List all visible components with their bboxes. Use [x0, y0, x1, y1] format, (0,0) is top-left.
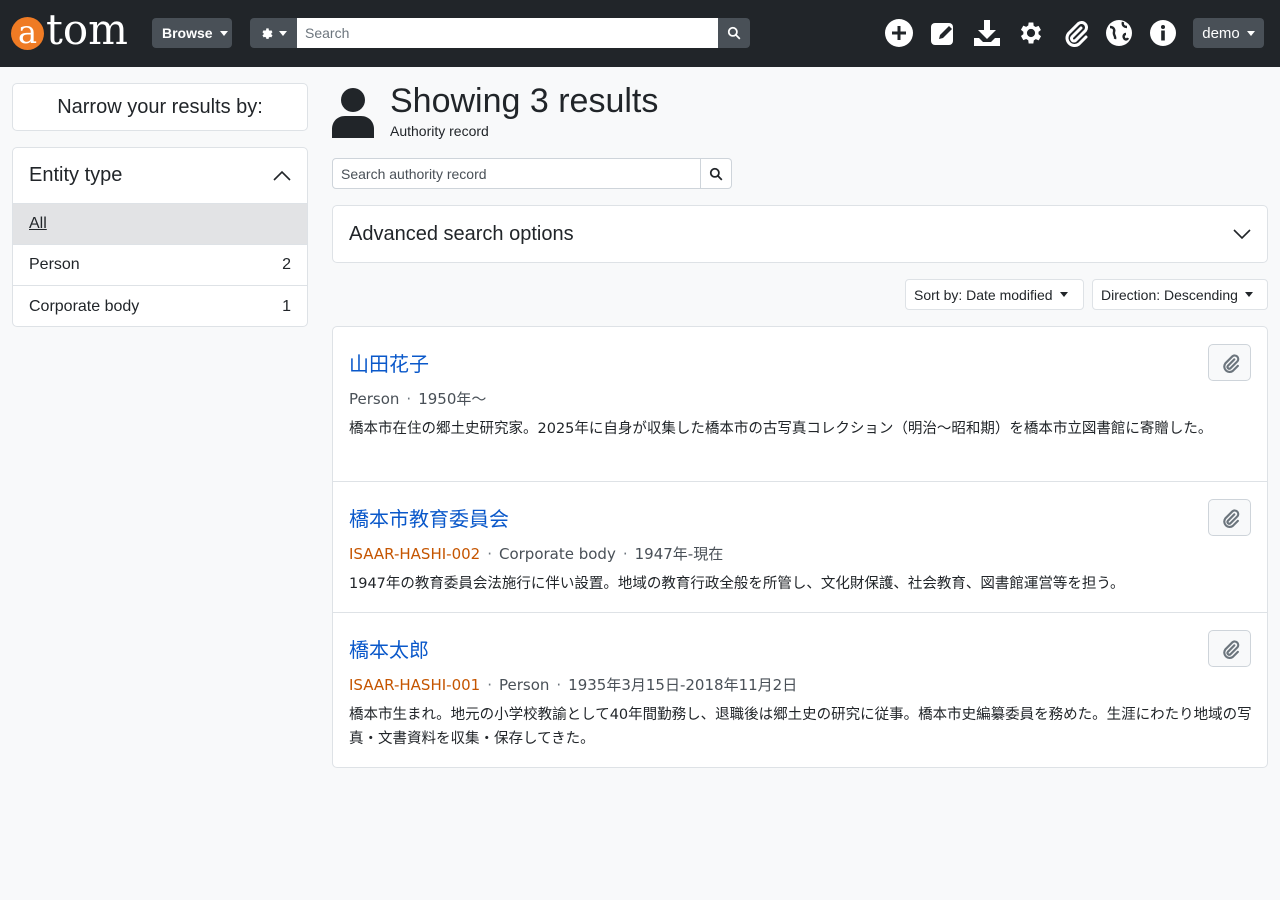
- result-meta: ISAAR-HASHI-001 · Person · 1935年3月15日-2018年1…: [349, 674, 797, 695]
- list-item: 橋本太郎 ISAAR-HASHI-001 · Person · 1935年3月15日-2…: [333, 613, 1267, 767]
- browse-button[interactable]: Browse: [152, 18, 232, 48]
- narrow-results-label: Narrow your results by:: [57, 95, 263, 118]
- result-description: 橋本市生まれ。地元の小学校教諭として40年間勤務し、退職後は郷土史の研究に従事。…: [349, 707, 1252, 747]
- chevron-down-icon: [219, 30, 228, 36]
- result-type: Person: [498, 676, 550, 694]
- add-to-clipboard-button[interactable]: [1208, 344, 1251, 381]
- separator-dot: ·: [406, 390, 412, 408]
- authority-search: [332, 158, 732, 189]
- result-title-link[interactable]: 橋本市教育委員会: [349, 503, 509, 532]
- paperclip-icon: [1222, 639, 1239, 659]
- result-reference-code: ISAAR-HASHI-001: [349, 676, 481, 694]
- chevron-down-icon: [279, 30, 287, 36]
- page-subtitle: Authority record: [390, 123, 489, 139]
- add-to-clipboard-button[interactable]: [1208, 630, 1251, 667]
- separator-dot: ·: [556, 676, 562, 694]
- authority-search-input[interactable]: [332, 158, 701, 189]
- add-button[interactable]: [883, 17, 915, 49]
- clipboard-button[interactable]: [1059, 17, 1091, 49]
- search-submit-button[interactable]: [718, 18, 750, 48]
- search-options-button[interactable]: [250, 18, 297, 48]
- facet-item-corporate-body[interactable]: Corporate body 1: [13, 286, 307, 326]
- paperclip-icon: [1222, 508, 1239, 528]
- paperclip-icon: [1222, 353, 1239, 373]
- result-type: Corporate body: [498, 545, 616, 563]
- result-description: 1947年の教育委員会法施行に伴い設置。地域の教育行政全般を所管し、文化財保護、…: [349, 576, 1125, 592]
- facet-title: Entity type: [29, 164, 123, 186]
- narrow-results-heading[interactable]: Narrow your results by:: [12, 83, 308, 131]
- facet-header[interactable]: Entity type: [13, 148, 307, 204]
- sort-by-label: Sort by: Date modified: [914, 286, 1053, 303]
- result-description: 橋本市在住の郷土史研究家。2025年に自身が収集した橋本市の古写真コレクション（…: [349, 421, 1213, 437]
- language-button[interactable]: [1103, 17, 1135, 49]
- search-icon: [727, 26, 741, 40]
- info-icon: [1150, 20, 1176, 46]
- logo-letter: a: [11, 16, 44, 50]
- search-input[interactable]: [297, 18, 718, 48]
- user-menu-button[interactable]: demo: [1193, 18, 1264, 48]
- result-meta: Person · 1950年〜: [349, 388, 486, 409]
- advanced-search-label: Advanced search options: [349, 222, 574, 245]
- chevron-up-icon: [273, 170, 291, 181]
- entity-type-facet: Entity type All Person 2 Corporate body …: [12, 147, 308, 327]
- result-dates: 1947年-現在: [634, 545, 724, 563]
- facet-item-label: Person: [29, 256, 80, 273]
- edit-button[interactable]: [927, 17, 959, 49]
- import-button[interactable]: [971, 17, 1003, 49]
- facet-item-person[interactable]: Person 2: [13, 245, 307, 286]
- settings-button[interactable]: [1015, 17, 1047, 49]
- facet-item-label: All: [29, 215, 47, 232]
- chevron-down-icon: [1244, 292, 1253, 297]
- global-search: [250, 18, 750, 48]
- plus-circle-icon: [885, 19, 913, 47]
- facet-item-count: 1: [282, 297, 291, 315]
- logo-text: tom: [46, 4, 128, 54]
- advanced-search-toggle[interactable]: Advanced search options: [332, 205, 1268, 263]
- add-to-clipboard-button[interactable]: [1208, 499, 1251, 536]
- download-icon: [974, 20, 1000, 46]
- list-item: 橋本市教育委員会 ISAAR-HASHI-002 · Corporate body ·…: [333, 482, 1267, 613]
- result-title-link[interactable]: 橋本太郎: [349, 634, 429, 663]
- direction-dropdown[interactable]: Direction: Descending: [1092, 279, 1268, 310]
- globe-icon: [1106, 20, 1132, 46]
- gear-icon: [1020, 22, 1042, 44]
- search-icon: [709, 167, 723, 180]
- user-label: demo: [1202, 24, 1240, 42]
- result-reference-code: ISAAR-HASHI-002: [349, 545, 481, 563]
- separator-dot: ·: [487, 676, 492, 694]
- result-dates: 1935年3月15日-2018年11月2日: [568, 676, 798, 694]
- info-button[interactable]: [1147, 17, 1179, 49]
- separator-dot: ·: [487, 545, 492, 563]
- separator-dot: ·: [622, 545, 628, 563]
- gear-icon: [262, 28, 273, 39]
- facet-item-count: 2: [282, 256, 291, 273]
- chevron-down-icon: [1233, 229, 1251, 240]
- result-meta: ISAAR-HASHI-002 · Corporate body · 1947年-現在: [349, 543, 723, 564]
- list-item: 山田花子 Person · 1950年〜 橋本市在住の郷土史研究家。2025年に自身…: [333, 327, 1267, 482]
- chevron-down-icon: [1059, 292, 1068, 297]
- edit-icon: [931, 23, 953, 45]
- result-type: Person: [349, 390, 400, 408]
- facet-item-all[interactable]: All: [13, 204, 307, 245]
- authority-search-button[interactable]: [701, 158, 732, 189]
- browse-label: Browse: [162, 25, 213, 41]
- page-title: Showing 3 results: [390, 82, 659, 120]
- sort-by-dropdown[interactable]: Sort by: Date modified: [905, 279, 1084, 310]
- atom-logo[interactable]: a tom: [11, 4, 128, 56]
- person-icon: [332, 88, 374, 142]
- top-navbar: a tom Browse demo: [0, 0, 1280, 67]
- chevron-down-icon: [1246, 30, 1255, 36]
- result-title-link[interactable]: 山田花子: [349, 348, 429, 377]
- direction-label: Direction: Descending: [1101, 286, 1238, 303]
- paperclip-icon: [1065, 21, 1088, 47]
- facet-item-label: Corporate body: [29, 297, 140, 315]
- results-list: 山田花子 Person · 1950年〜 橋本市在住の郷土史研究家。2025年に自身…: [332, 326, 1268, 768]
- result-dates: 1950年〜: [418, 390, 487, 408]
